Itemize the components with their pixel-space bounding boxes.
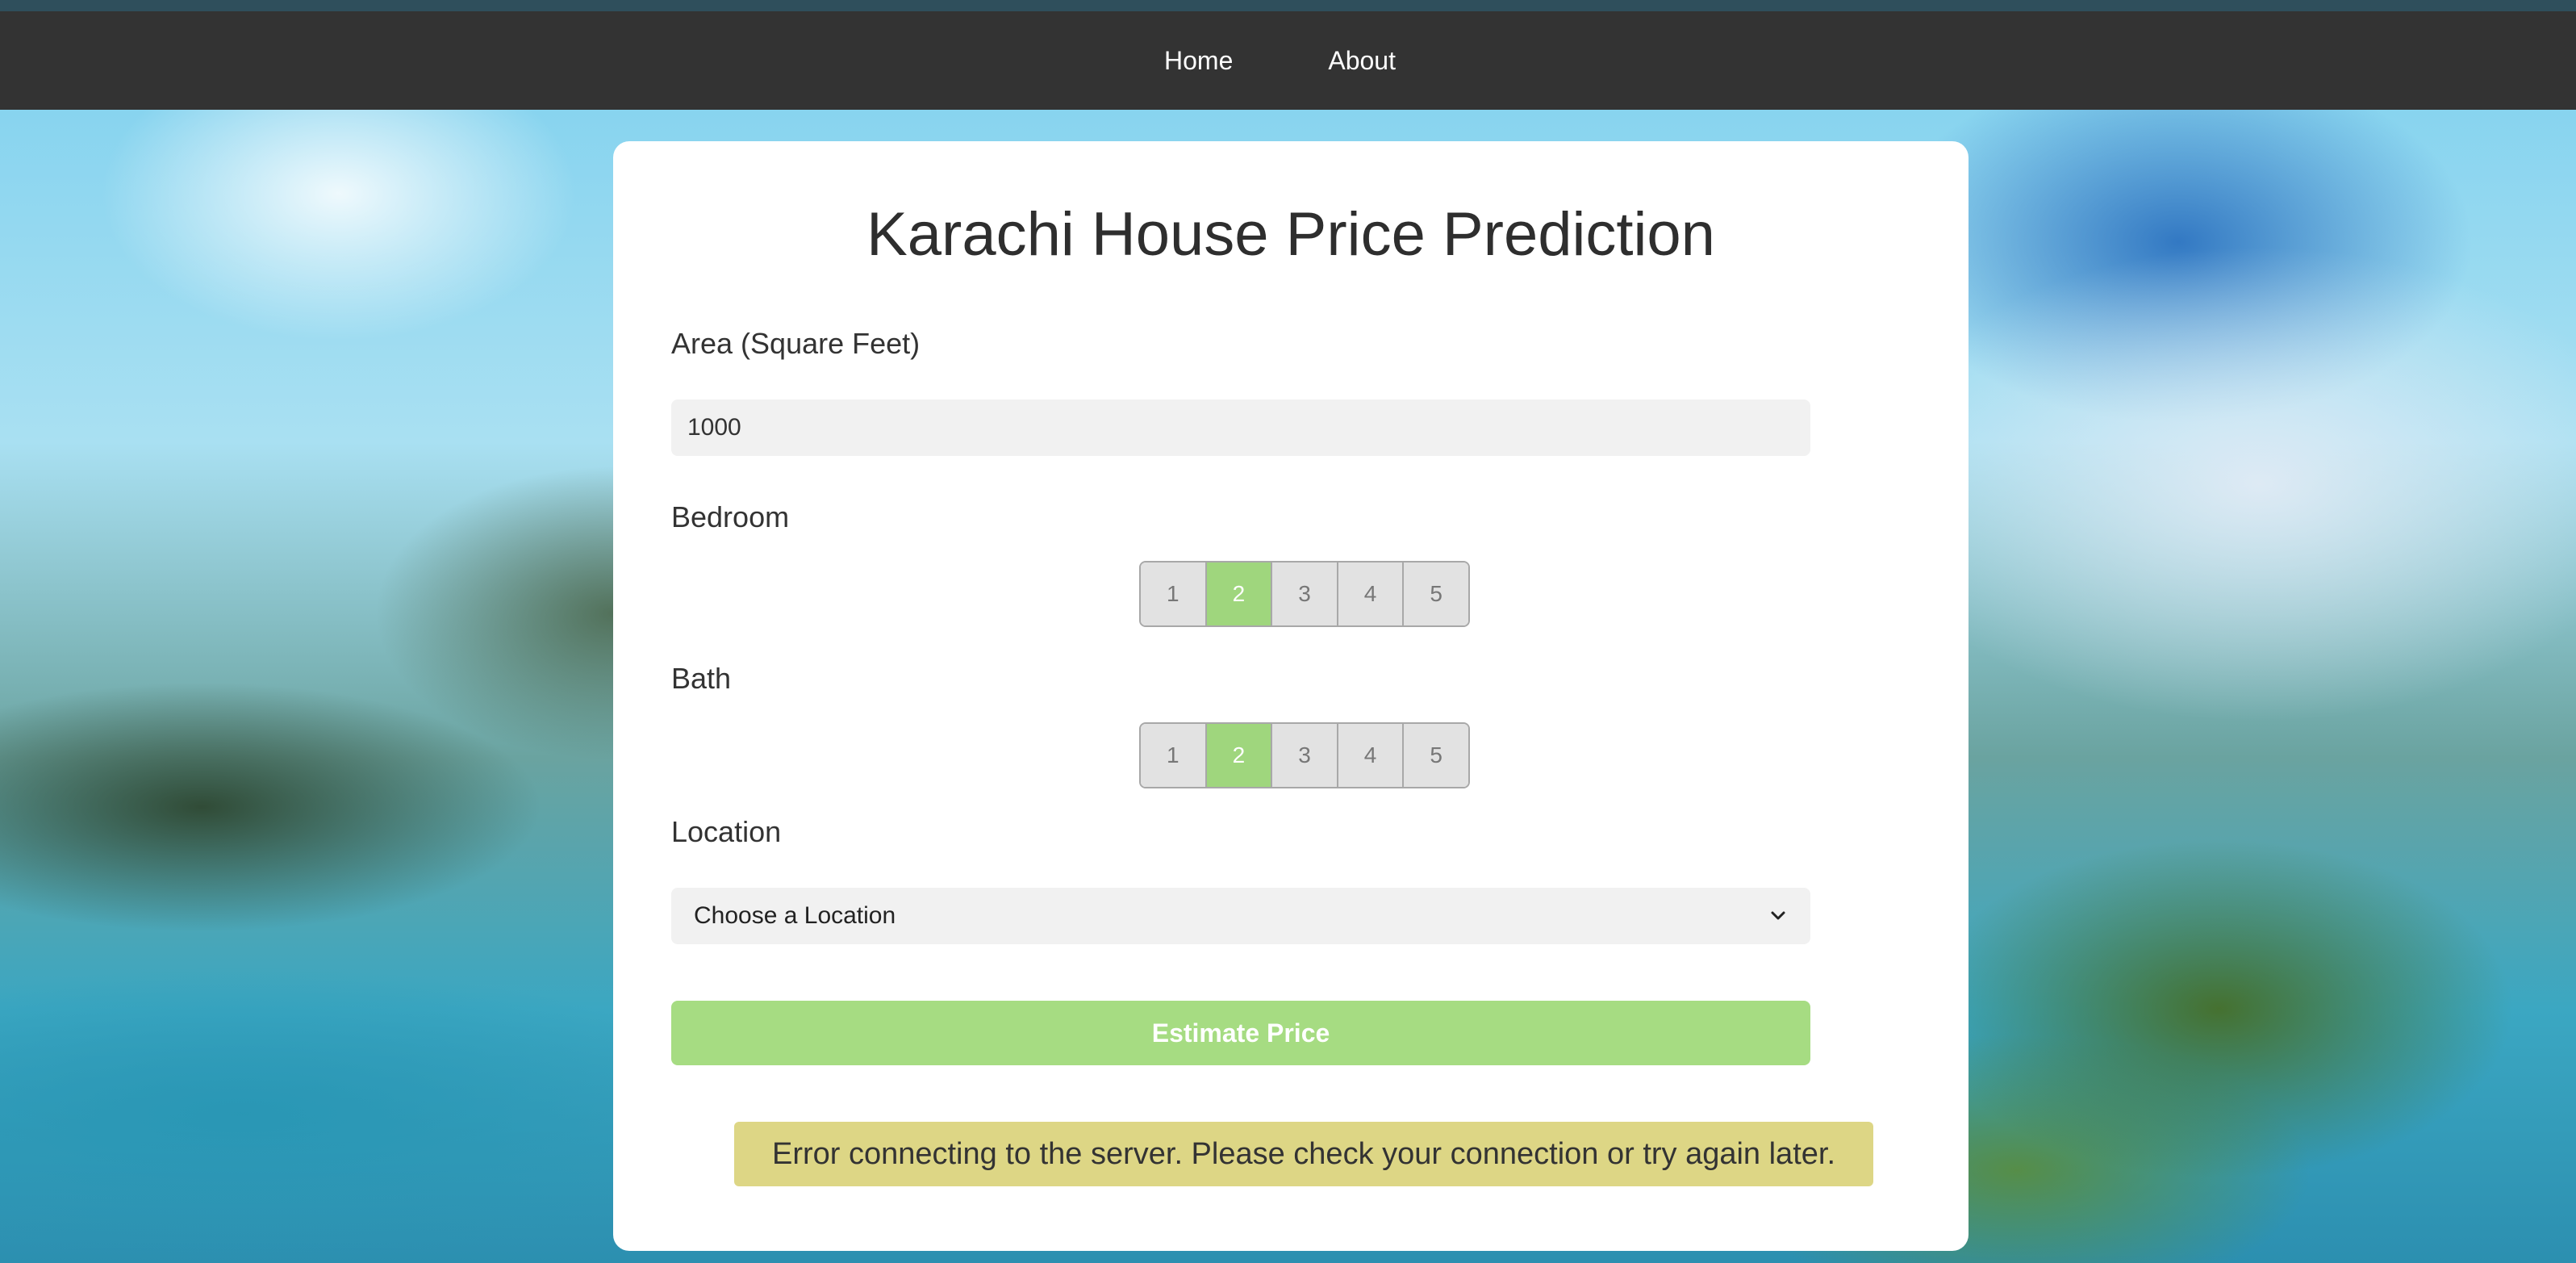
page-title: Karachi House Price Prediction	[866, 200, 1715, 269]
error-message: Error connecting to the server. Please c…	[734, 1122, 1873, 1186]
bath-selector: 1 2 3 4 5	[1139, 722, 1470, 788]
bath-option-1[interactable]: 1	[1141, 724, 1207, 787]
location-label: Location	[671, 815, 782, 848]
nav-link-about[interactable]: About	[1328, 46, 1396, 76]
chevron-down-icon	[1768, 906, 1788, 926]
nav-link-home[interactable]: Home	[1164, 46, 1233, 76]
prediction-card: Karachi House Price Prediction Area (Squ…	[613, 141, 1969, 1251]
bath-option-2[interactable]: 2	[1206, 724, 1273, 787]
nav-links: Home About	[1164, 46, 1396, 76]
bedroom-option-3[interactable]: 3	[1272, 562, 1338, 625]
area-label: Area (Square Feet)	[671, 327, 921, 360]
bath-label: Bath	[671, 662, 732, 695]
area-input[interactable]	[671, 399, 1810, 456]
bedroom-label: Bedroom	[671, 500, 790, 533]
bedroom-option-2[interactable]: 2	[1206, 562, 1273, 625]
bath-option-5[interactable]: 5	[1404, 724, 1468, 787]
location-select-value: Choose a Location	[694, 902, 896, 929]
bedroom-option-1[interactable]: 1	[1141, 562, 1207, 625]
bedroom-selector: 1 2 3 4 5	[1139, 561, 1470, 627]
estimate-price-button[interactable]: Estimate Price	[671, 1001, 1810, 1065]
bath-option-4[interactable]: 4	[1338, 724, 1405, 787]
navbar: Home About	[0, 11, 2576, 110]
bedroom-option-5[interactable]: 5	[1404, 562, 1468, 625]
location-select[interactable]: Choose a Location	[671, 888, 1810, 944]
bath-option-3[interactable]: 3	[1272, 724, 1338, 787]
bedroom-option-4[interactable]: 4	[1338, 562, 1405, 625]
